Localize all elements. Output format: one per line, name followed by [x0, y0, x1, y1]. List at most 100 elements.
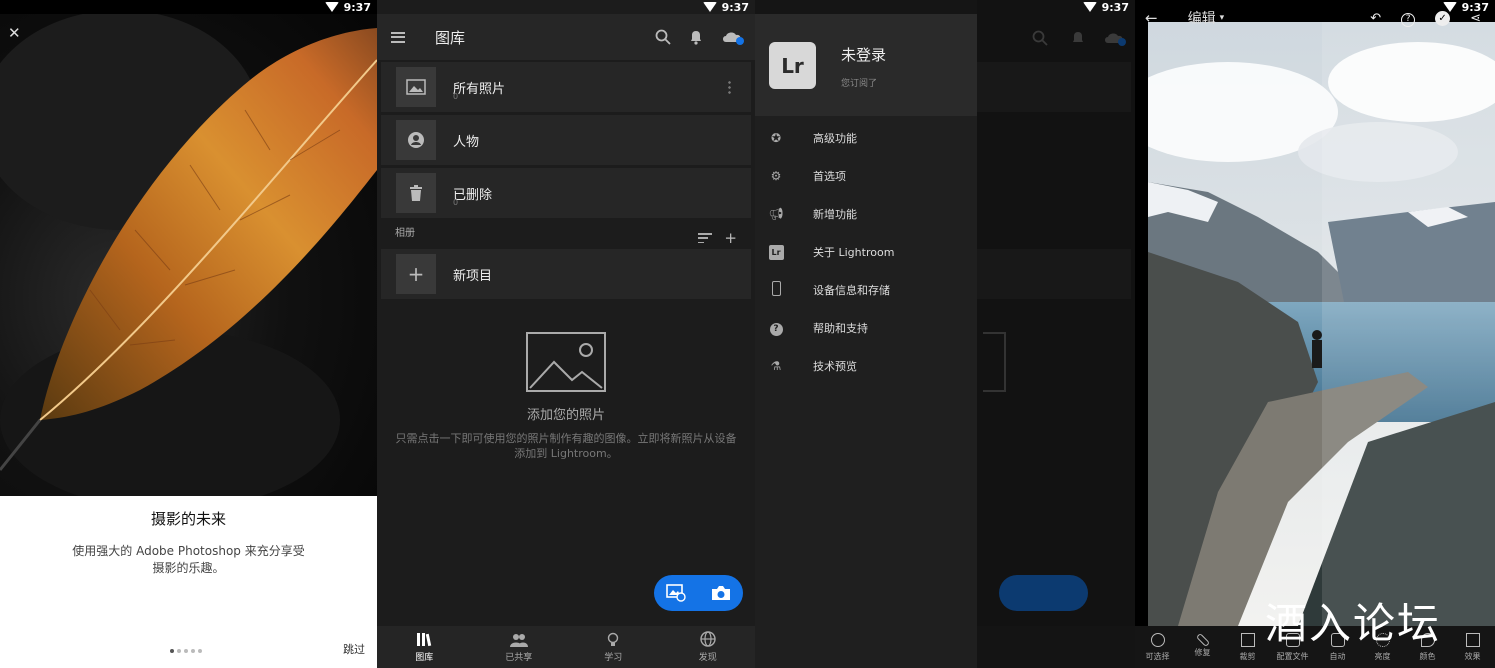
drawer-item-device-storage[interactable]: 设备信息和存储: [755, 276, 977, 304]
albums-section-header: 相册 +: [381, 222, 751, 247]
wifi-icon: [324, 2, 339, 12]
effects-icon: [1465, 632, 1480, 647]
drawer-item-label: 首选项: [813, 170, 846, 183]
leaf-illustration: [0, 10, 377, 496]
drawer-item-premium[interactable]: ✪ 高级功能: [755, 124, 977, 152]
onboarding-card: 摄影的未来 使用强大的 Adobe Photoshop 来充分享受摄影的乐趣。 …: [0, 496, 377, 668]
tool-selective[interactable]: 可选择: [1135, 626, 1180, 668]
list-item-count: 0: [453, 92, 459, 101]
search-icon: [1032, 30, 1048, 46]
people-icon: [509, 633, 528, 647]
editor-screen: ← 编辑 ▾ ↶ ? ✓ ⋖ 9:37 可选择 修复 裁剪 配置文件 自动 亮度…: [1135, 0, 1495, 668]
add-album-icon[interactable]: +: [724, 226, 737, 250]
drawer-item-label: 新增功能: [813, 208, 857, 221]
drawer-item-about[interactable]: Lr 关于 Lightroom: [755, 238, 977, 266]
page-dot: [184, 649, 188, 653]
drawer-item-label: 设备信息和存储: [813, 284, 890, 297]
nav-tab-discover[interactable]: 发现: [661, 626, 756, 668]
empty-description: 只需点击一下即可使用您的照片制作有趣的图像。立即将新照片从设备添加到 Light…: [395, 432, 737, 460]
wifi-icon: [702, 2, 717, 12]
drawer-item-preferences[interactable]: ⚙ 首选项: [755, 162, 977, 190]
lightroom-icon: Lr: [768, 244, 784, 260]
person-icon: [396, 120, 436, 160]
tool-effects[interactable]: 效果: [1450, 626, 1495, 668]
wifi-icon: [1082, 2, 1097, 12]
image-placeholder-icon: [526, 332, 606, 392]
list-item-people[interactable]: 人物: [381, 115, 751, 165]
subscription-status: 您订阅了: [841, 79, 878, 89]
list-item-all-photos[interactable]: 所有照片 0: [381, 62, 751, 112]
drawer-item-label: 帮助和支持: [813, 322, 868, 335]
drawer-item-whats-new[interactable]: 📢︎ 新增功能: [755, 200, 977, 228]
add-image-icon[interactable]: [666, 584, 686, 602]
nav-label: 发现: [698, 653, 717, 663]
library-icon: [417, 632, 432, 646]
nav-tab-library[interactable]: 图库: [377, 626, 472, 668]
navigation-drawer: Lr 未登录 您订阅了 ✪ 高级功能 ⚙ 首选项 📢︎ 新增功能 Lr 关于 L…: [755, 14, 977, 668]
drawer-item-label: 高级功能: [813, 132, 857, 145]
flask-icon: ⚗: [770, 359, 782, 373]
nav-tab-learn[interactable]: 学习: [566, 626, 661, 668]
tool-label: 修复: [1194, 647, 1211, 657]
status-time: 9:37: [1461, 0, 1489, 14]
plus-icon: +: [396, 254, 436, 294]
albums-header: 相册: [395, 228, 415, 239]
user-name[interactable]: 未登录: [841, 44, 886, 65]
more-icon[interactable]: [728, 80, 731, 94]
page-dot: [177, 649, 181, 653]
list-item-label: 所有照片: [453, 81, 506, 97]
tool-label: 自动: [1329, 651, 1346, 661]
drawer-screen: 9:37 Lr 未登录 您订阅了 ✪ 高级功能 ⚙ 首选项 📢︎ 新增功能 Lr: [755, 0, 1135, 668]
lightroom-logo: Lr: [769, 42, 816, 89]
library-topbar: 图库: [377, 14, 755, 60]
bell-icon: [1073, 32, 1083, 42]
status-time: 9:37: [721, 0, 749, 14]
globe-icon: [700, 631, 716, 647]
tool-label: 配置文件: [1276, 651, 1309, 661]
sort-icon[interactable]: [698, 233, 713, 243]
add-photo-fab[interactable]: [654, 575, 743, 611]
page-dot: [191, 649, 195, 653]
tool-label: 裁剪: [1239, 651, 1256, 661]
drawer-item-label: 技术预览: [813, 360, 857, 373]
onboarding-description: 使用强大的 Adobe Photoshop 来充分享受摄影的乐趣。: [72, 544, 305, 575]
onboarding-title: 摄影的未来: [150, 510, 226, 528]
close-icon[interactable]: ✕: [8, 24, 21, 42]
status-bar: 9:37: [0, 0, 377, 14]
nav-label: 学习: [604, 653, 623, 663]
trash-icon: [396, 173, 436, 213]
crop-icon: [1240, 632, 1255, 647]
cloud-sync-icon[interactable]: [721, 29, 745, 45]
phone-icon: [768, 281, 784, 299]
drawer-item-help[interactable]: ? 帮助和支持: [755, 314, 977, 342]
tool-healing[interactable]: 修复: [1180, 626, 1225, 668]
tool-label: 可选择: [1145, 651, 1170, 661]
status-time: 9:37: [1101, 0, 1129, 14]
drawer-item-tech-preview[interactable]: ⚗ 技术预览: [755, 352, 977, 380]
list-item-deleted[interactable]: 已删除 0: [381, 168, 751, 218]
help-icon: ?: [768, 320, 784, 336]
status-bar: 9:37: [1135, 0, 1495, 14]
star-icon: ✪: [770, 131, 782, 145]
nav-tab-shared[interactable]: 已共享: [472, 626, 567, 668]
camera-icon[interactable]: [711, 585, 731, 601]
selective-icon: [1150, 632, 1165, 647]
leaf-photo: 9:37 ✕: [0, 0, 377, 496]
tool-crop[interactable]: 裁剪: [1225, 626, 1270, 668]
search-icon[interactable]: [655, 29, 671, 45]
onboarding-screen: 9:37 ✕ 摄影的未来 使用强大的 Adobe Photoshop 来充分享受…: [0, 0, 377, 668]
scrim[interactable]: 9:37: [977, 0, 1135, 668]
status-time: 9:37: [343, 0, 371, 14]
chevron-down-icon[interactable]: ▾: [1220, 13, 1225, 23]
nav-label: 已共享: [505, 652, 533, 663]
bell-icon[interactable]: [689, 29, 703, 45]
list-item-new-album[interactable]: + 新项目: [381, 249, 751, 299]
image-placeholder-icon: [983, 332, 1006, 392]
bottom-navigation: 图库 已共享 学习 发现: [377, 626, 755, 668]
megaphone-icon: 📢︎: [768, 207, 784, 221]
skip-button[interactable]: 跳过: [343, 641, 365, 657]
menu-icon[interactable]: [391, 31, 405, 43]
bandage-icon: [1195, 632, 1210, 647]
drawer-item-label: 关于 Lightroom: [813, 246, 895, 259]
list-item-label: 已删除: [453, 187, 493, 203]
